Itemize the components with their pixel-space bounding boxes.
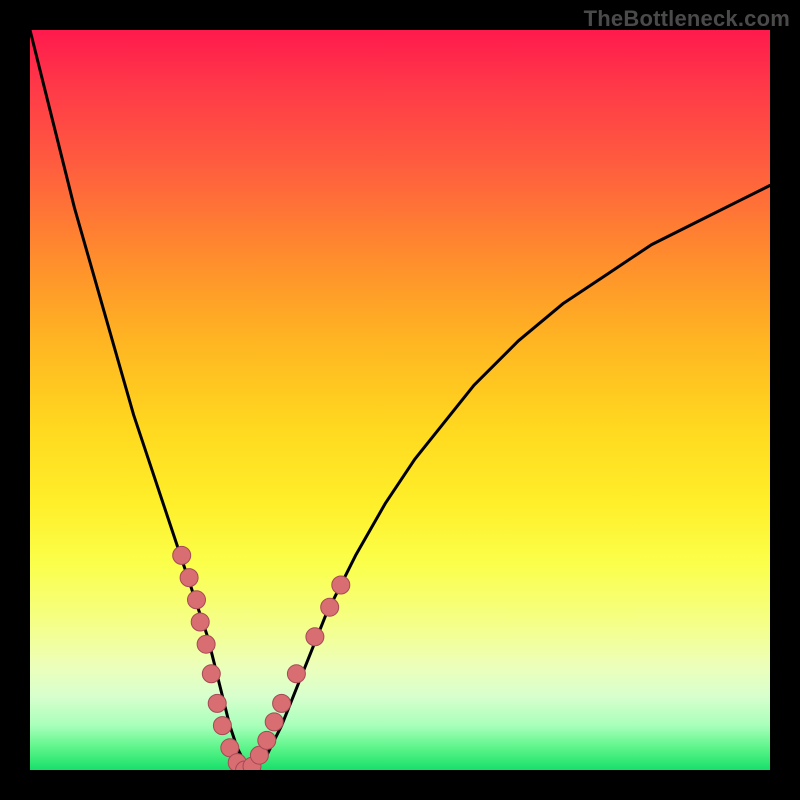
curve-marker bbox=[197, 635, 215, 653]
bottleneck-curve bbox=[30, 30, 770, 770]
curve-marker bbox=[191, 613, 209, 631]
curve-marker bbox=[265, 713, 283, 731]
curve-marker bbox=[180, 569, 198, 587]
curve-marker bbox=[243, 757, 261, 770]
curve-markers bbox=[173, 546, 350, 770]
curve-marker bbox=[208, 694, 226, 712]
curve-marker bbox=[273, 694, 291, 712]
curve-marker bbox=[321, 598, 339, 616]
curve-marker bbox=[221, 739, 239, 757]
curve-marker bbox=[228, 754, 246, 770]
curve-marker bbox=[173, 546, 191, 564]
curve-marker bbox=[188, 591, 206, 609]
watermark-text: TheBottleneck.com bbox=[584, 6, 790, 32]
curve-marker bbox=[306, 628, 324, 646]
plot-area bbox=[30, 30, 770, 770]
curve-layer bbox=[30, 30, 770, 770]
curve-marker bbox=[332, 576, 350, 594]
curve-marker bbox=[250, 746, 268, 764]
curve-marker bbox=[287, 665, 305, 683]
curve-marker bbox=[202, 665, 220, 683]
curve-marker bbox=[236, 761, 254, 770]
curve-marker bbox=[258, 731, 276, 749]
curve-marker bbox=[213, 717, 231, 735]
chart-frame: TheBottleneck.com bbox=[0, 0, 800, 800]
